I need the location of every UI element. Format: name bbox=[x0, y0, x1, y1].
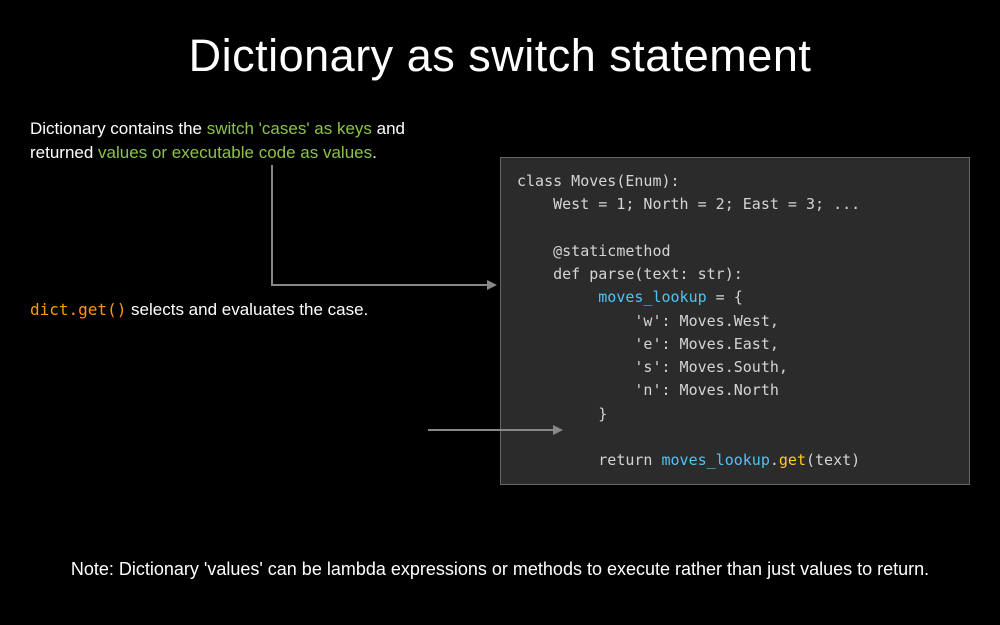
footer-note: Note: Dictionary 'values' can be lambda … bbox=[0, 559, 1000, 580]
annotation-bottom: dict.get() selects and evaluates the cas… bbox=[30, 300, 368, 320]
annotation-top-text2: and bbox=[372, 119, 405, 138]
code-line-9: 's': Moves.South, bbox=[517, 358, 788, 376]
code-line-6c: = { bbox=[707, 288, 743, 306]
code-line-6a bbox=[517, 288, 598, 306]
code-get-call: get bbox=[779, 451, 806, 469]
annotation-bottom-text: selects and evaluates the case. bbox=[126, 300, 368, 319]
code-line-8: 'e': Moves.East, bbox=[517, 335, 779, 353]
code-line-13e: (text) bbox=[806, 451, 860, 469]
annotation-top-text4: . bbox=[372, 143, 377, 162]
code-line-1: class Moves(Enum): bbox=[517, 172, 680, 190]
code-line-13c: . bbox=[770, 451, 779, 469]
code-moves-lookup-def: moves_lookup bbox=[598, 288, 706, 306]
code-line-4: @staticmethod bbox=[517, 242, 671, 260]
code-line-7: 'w': Moves.West, bbox=[517, 312, 779, 330]
annotation-top-green2: values or executable code as values bbox=[98, 143, 372, 162]
code-line-2: West = 1; North = 2; East = 3; ... bbox=[517, 195, 860, 213]
arrow-top-icon bbox=[267, 165, 502, 295]
code-block: class Moves(Enum): West = 1; North = 2; … bbox=[500, 157, 970, 485]
code-line-5: def parse(text: str): bbox=[517, 265, 743, 283]
code-line-10: 'n': Moves.North bbox=[517, 381, 779, 399]
code-moves-lookup-use: moves_lookup bbox=[662, 451, 770, 469]
code-line-11: } bbox=[517, 405, 607, 423]
code-line-13a: return bbox=[517, 451, 662, 469]
annotation-top-text1: Dictionary contains the bbox=[30, 119, 207, 138]
annotation-bottom-code: dict.get() bbox=[30, 300, 126, 319]
annotation-top-green1: switch 'cases' as keys bbox=[207, 119, 372, 138]
annotation-top-text3: returned bbox=[30, 143, 98, 162]
slide-title: Dictionary as switch statement bbox=[0, 0, 1000, 82]
